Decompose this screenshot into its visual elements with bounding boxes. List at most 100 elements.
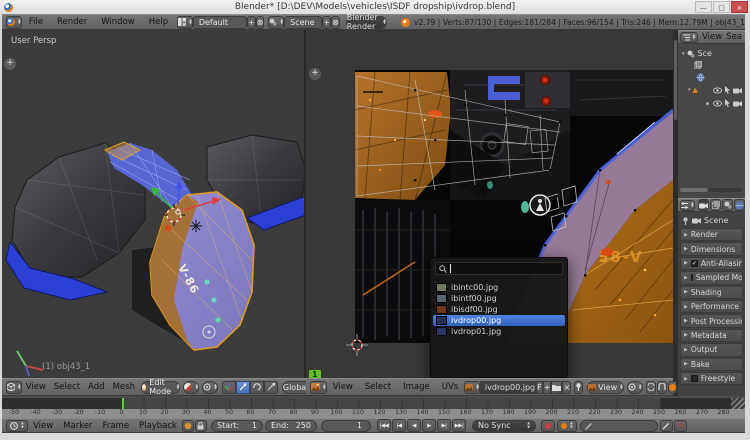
pivot-point-select[interactable] (202, 381, 218, 394)
v3d-menu-add[interactable]: Add (88, 382, 104, 392)
properties-panel-anti-aliasing[interactable]: ▶✓Anti-Aliasing (680, 257, 743, 270)
uv-image-editor[interactable]: Ǝ8-V (306, 30, 673, 378)
editor-type-button-timeline[interactable] (6, 420, 28, 432)
uv-menu-image[interactable]: Image (403, 382, 430, 392)
image-list-item[interactable]: ibintf00.jpg (433, 293, 565, 304)
region-expand-icon[interactable]: + (4, 58, 16, 70)
uv-paint-button[interactable] (668, 381, 677, 394)
tab-render[interactable] (698, 199, 709, 211)
selectability-pointer-icon[interactable] (724, 86, 731, 94)
manipulator-scale-button[interactable] (264, 381, 278, 394)
screen-layout-field[interactable]: Default (193, 16, 247, 29)
viewport-3d[interactable]: V-86 (2, 30, 306, 378)
uv-sync-select-button[interactable] (646, 381, 656, 394)
editor-type-button-properties[interactable] (680, 200, 695, 211)
v3d-menu-view[interactable]: View (26, 382, 46, 392)
outliner[interactable]: View Sea ▾ Sce ▾ ▲ (678, 30, 745, 198)
menu-help[interactable]: Help (149, 17, 168, 27)
menu-window[interactable]: Window (101, 17, 135, 27)
preview-range-button[interactable] (182, 420, 194, 432)
play-reverse-button[interactable]: ◀ (407, 419, 421, 432)
image-list-item[interactable]: ivdrop01.jpg (433, 326, 565, 337)
manipulator-translate-button[interactable] (236, 381, 250, 394)
frame-start-field[interactable]: Start:1 (211, 420, 263, 432)
timeline-resize-grip[interactable] (731, 398, 745, 409)
unlink-image-button[interactable]: × (562, 381, 571, 394)
menu-render[interactable]: Render (57, 17, 87, 27)
properties-panel-output[interactable]: ▶Output (680, 343, 743, 356)
expander-icon[interactable]: ▾ (688, 87, 691, 93)
region-expand-icon[interactable]: + (309, 68, 321, 80)
tl-menu-marker[interactable]: Marker (63, 421, 92, 431)
close-button[interactable]: × (731, 1, 748, 13)
outliner-menu-view[interactable]: View (702, 32, 722, 42)
properties-panel-shading[interactable]: ▶Shading (680, 286, 743, 299)
menu-file[interactable]: File (29, 17, 43, 27)
title-bar[interactable]: Blender* [D:\DEV\Models\vehicles\ISDF dr… (0, 0, 750, 14)
tl-menu-playback[interactable]: Playback (139, 421, 177, 431)
record-button[interactable]: ● (541, 420, 555, 432)
uv-view-mode-select[interactable]: View (587, 381, 624, 394)
tab-scene[interactable] (722, 199, 733, 211)
image-list-item[interactable]: ibintc00.jpg (433, 282, 565, 293)
uv-pivot-select[interactable] (627, 381, 643, 394)
tl-menu-view[interactable]: View (33, 421, 53, 431)
viewport-shading-select[interactable] (183, 381, 199, 394)
jump-start-button[interactable]: |◀◀ (377, 419, 391, 432)
collapse-arrow-icon[interactable]: ▶ (684, 246, 688, 252)
tl-menu-frame[interactable]: Frame (103, 421, 129, 431)
uv-menu-view[interactable]: View (333, 382, 353, 392)
timeline-track[interactable] (2, 398, 745, 409)
add-scene-button[interactable]: + (322, 16, 331, 29)
frame-end-field[interactable]: End:250 (265, 420, 317, 432)
sync-mode-select[interactable]: No Sync (472, 420, 536, 432)
add-layout-button[interactable]: + (247, 16, 256, 29)
collapse-arrow-icon[interactable]: ▶ (684, 361, 688, 367)
renderability-camera-icon[interactable] (733, 87, 742, 94)
properties-panel-performance[interactable]: ▶Performance (680, 300, 743, 313)
editor-type-button-outliner[interactable] (680, 32, 698, 43)
properties-panel-sampled-mot[interactable]: ▶Sampled Mot (680, 271, 743, 284)
collapse-arrow-icon[interactable]: ▶ (684, 260, 688, 266)
collapse-arrow-icon[interactable]: ▶ (684, 332, 688, 338)
outliner-row-renderlayers[interactable] (694, 61, 745, 69)
delete-keyframe-button[interactable]: × (674, 420, 687, 432)
properties-panel-bake[interactable]: ▶Bake (680, 358, 743, 371)
lock-range-button[interactable] (195, 420, 207, 432)
outliner-row-object[interactable]: ▾ ▲ (688, 86, 745, 94)
expander-icon[interactable]: ▾ (682, 51, 685, 57)
collapse-arrow-icon[interactable]: ▶ (684, 318, 688, 324)
selectability-pointer-icon[interactable] (724, 99, 731, 107)
scene-icon-button[interactable] (268, 16, 284, 29)
properties-editor[interactable]: Scene ▶Render▶Dimensions▶✓Anti-Aliasing▶… (678, 198, 745, 396)
renderability-camera-icon[interactable] (733, 100, 742, 107)
region-scrollbar-thumb[interactable] (674, 40, 677, 120)
properties-panel-freestyle[interactable]: ▶Freestyle (680, 372, 743, 385)
editor-type-button-3dview[interactable] (6, 381, 22, 394)
play-button[interactable]: ▶ (422, 419, 436, 432)
mode-select[interactable]: Edit Mode (141, 381, 181, 394)
v3d-menu-mesh[interactable]: Mesh (113, 382, 135, 392)
outliner-row-world[interactable] (696, 73, 745, 82)
manipulator-toggle-button[interactable] (222, 381, 236, 394)
collapse-arrow-icon[interactable]: ▶ (684, 289, 688, 295)
visibility-eye-icon[interactable] (713, 87, 722, 94)
outliner-row-scene[interactable]: ▾ Sce (682, 49, 745, 58)
dropdown-search-input[interactable] (435, 262, 563, 275)
properties-panel-metadata[interactable]: ▶Metadata (680, 329, 743, 342)
minimize-button[interactable]: — (695, 1, 712, 13)
collapse-arrow-icon[interactable]: ▶ (684, 232, 688, 238)
pin-icon[interactable] (682, 217, 689, 225)
outliner-hscrollbar-thumb[interactable] (680, 188, 708, 192)
image-name-field[interactable]: ivdrop00.jpg (480, 381, 536, 394)
panel-icon[interactable] (691, 375, 698, 382)
keying-set-field[interactable] (580, 420, 658, 432)
collapse-arrow-icon[interactable]: ▶ (684, 275, 688, 281)
uv-snap-button[interactable] (657, 381, 667, 394)
insert-keyframe-button[interactable] (660, 420, 673, 432)
maximize-button[interactable]: ▢ (713, 1, 730, 13)
properties-panel-dimensions[interactable]: ▶Dimensions (680, 242, 743, 255)
properties-panel-post-processing[interactable]: ▶Post Processing (680, 314, 743, 327)
next-keyframe-button[interactable]: ▶| (437, 419, 451, 432)
scene-field[interactable]: Scene (284, 16, 322, 29)
